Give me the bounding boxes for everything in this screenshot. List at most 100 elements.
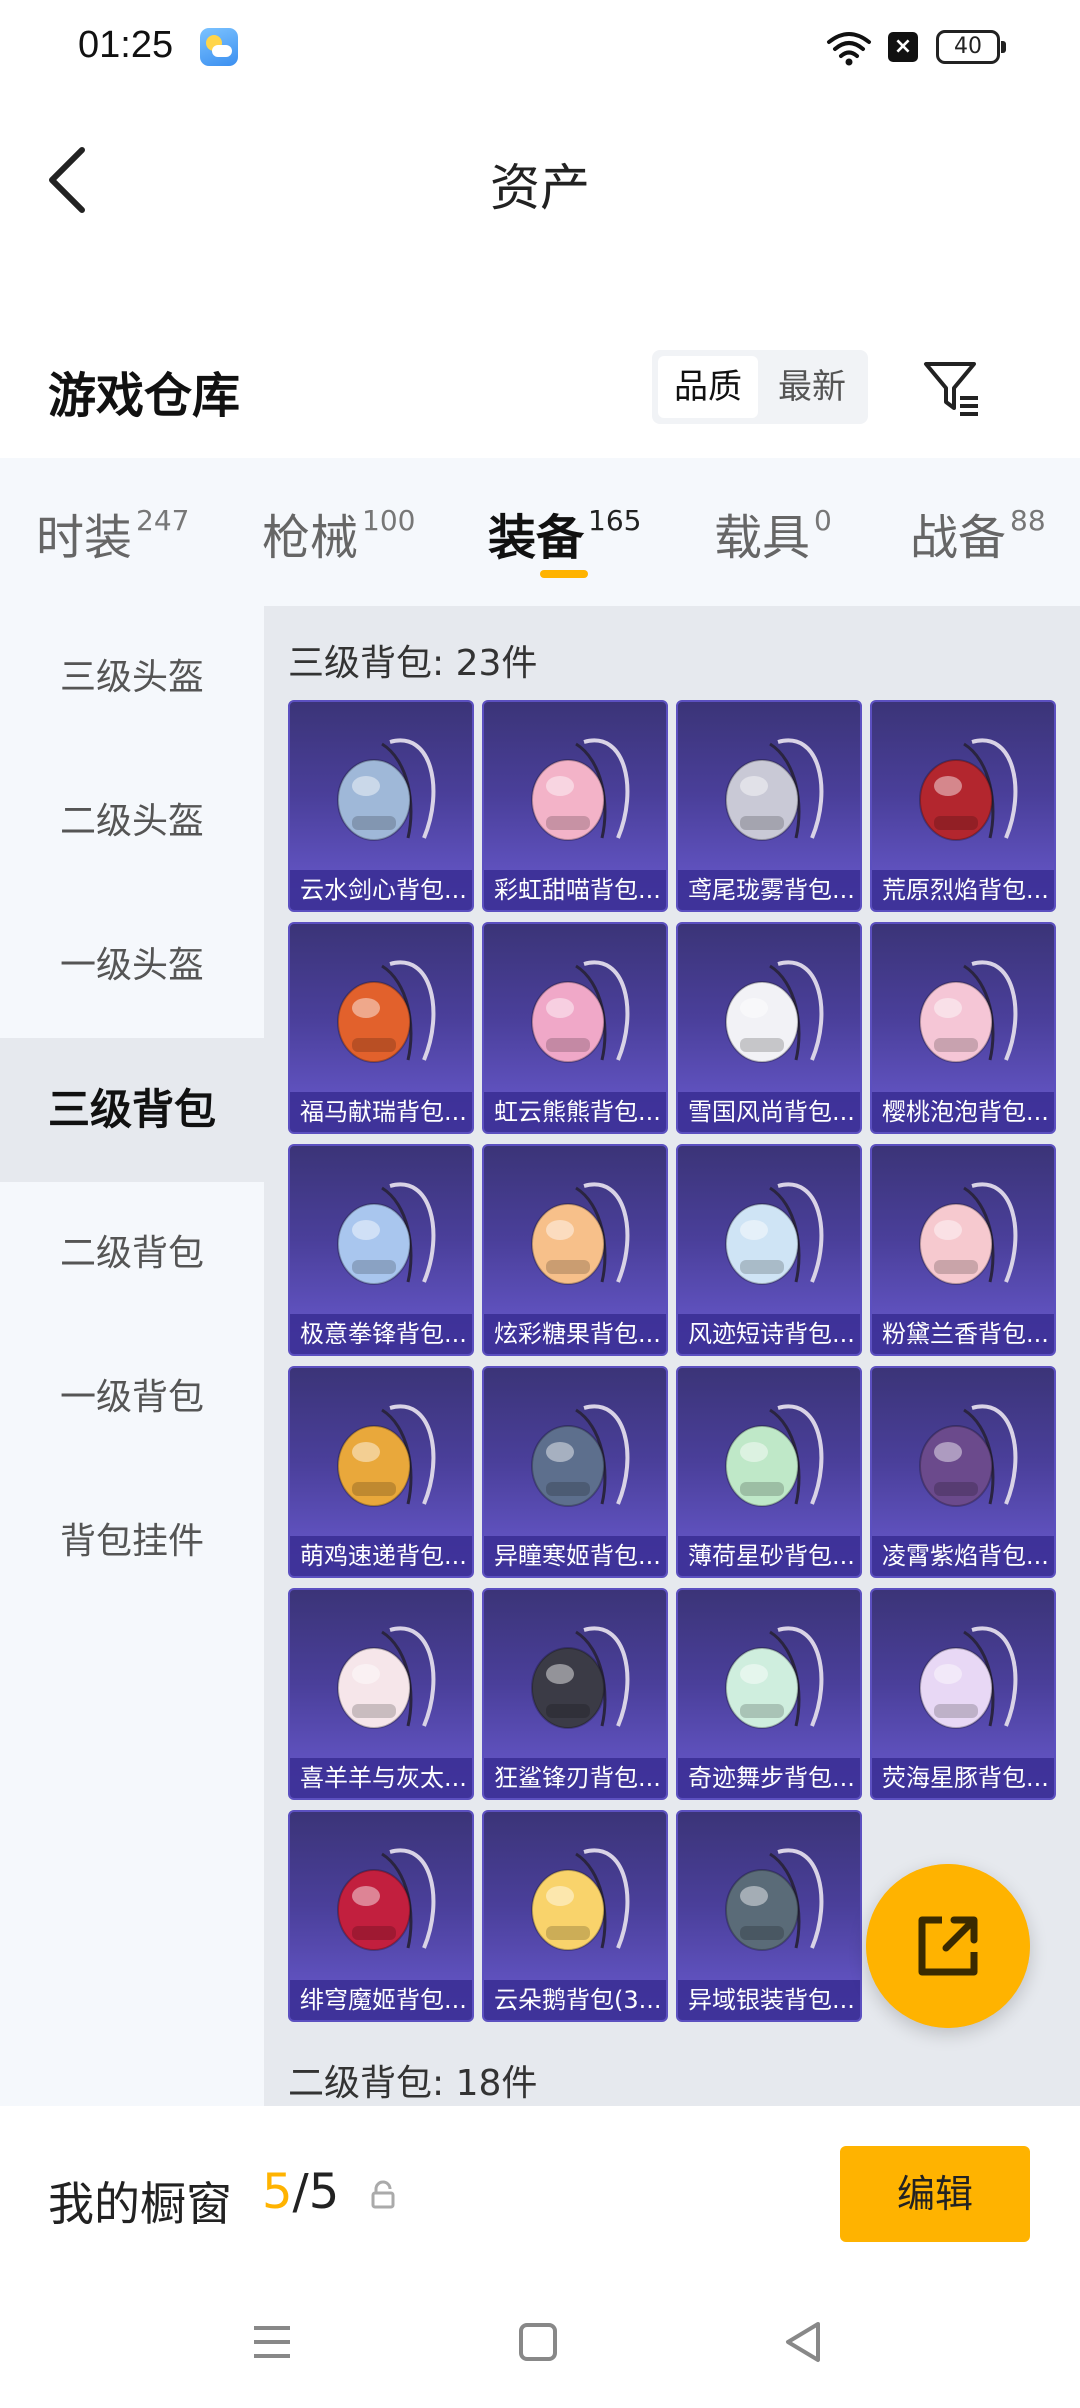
backpack-image — [337, 1626, 436, 1729]
tab-label: 装备 — [488, 510, 585, 566]
tab-vehicles[interactable]: 载具 0 — [714, 498, 832, 568]
tab-label: 载具 — [714, 510, 811, 566]
item-name: 云水剑心背包... — [290, 870, 472, 910]
status-time: 01:25 — [78, 24, 174, 66]
item-card[interactable]: 樱桃泡泡背包... — [870, 922, 1056, 1134]
showcase-count: 5/5 — [262, 2164, 339, 2220]
tab-firearms[interactable]: 枪械 100 — [262, 498, 415, 568]
no-sim-icon: × — [888, 32, 918, 62]
item-card[interactable]: 狂鲨锋刃背包... — [482, 1588, 668, 1800]
backpack-image — [919, 738, 1018, 841]
showcase-label: 我的橱窗 — [48, 2177, 232, 2231]
item-card[interactable]: 绯穹魔姬背包... — [288, 1810, 474, 2022]
item-name: 粉黛兰香背包... — [872, 1314, 1054, 1354]
item-name: 虹云熊熊背包... — [484, 1092, 666, 1132]
tab-count: 165 — [588, 504, 642, 537]
item-name: 福马献瑞背包... — [290, 1092, 472, 1132]
home-icon[interactable] — [508, 2312, 568, 2372]
sidebar-item-backpack-1[interactable]: 一级背包 — [0, 1326, 264, 1470]
item-card[interactable]: 奇迹舞步背包... — [676, 1588, 862, 1800]
backpack-image — [919, 1626, 1018, 1729]
page-title: 资产 — [490, 159, 590, 217]
sort-toggle: 品质 最新 — [652, 350, 868, 424]
showcase-total: /5 — [292, 2164, 340, 2220]
tab-count: 100 — [362, 504, 416, 537]
backpack-image — [337, 738, 436, 841]
item-name: 樱桃泡泡背包... — [872, 1092, 1054, 1132]
item-name: 狂鲨锋刃背包... — [484, 1758, 666, 1798]
item-name: 风迹短诗背包... — [678, 1314, 860, 1354]
lock-icon — [371, 2180, 395, 2209]
menu-icon[interactable] — [242, 2312, 302, 2372]
item-card[interactable]: 彩虹甜喵背包... — [482, 700, 668, 912]
tab-count: 247 — [136, 504, 190, 537]
item-name: 极意拳锋背包... — [290, 1314, 472, 1354]
item-card[interactable]: 异域银装背包... — [676, 1810, 862, 2022]
backpack-image — [337, 960, 436, 1063]
sort-quality-button[interactable]: 品质 — [658, 356, 758, 418]
item-name: 萌鸡速递背包... — [290, 1536, 472, 1576]
weather-icon — [200, 28, 238, 66]
item-card[interactable]: 萌鸡速递背包... — [288, 1366, 474, 1578]
sidebar-item-backpack-3[interactable]: 三级背包 — [0, 1038, 264, 1182]
item-card[interactable]: 云朵鹅背包(3... — [482, 1810, 668, 2022]
item-card[interactable]: 雪国风尚背包... — [676, 922, 862, 1134]
item-card[interactable]: 鸢尾珑雾背包... — [676, 700, 862, 912]
back-nav-icon[interactable] — [774, 2312, 834, 2372]
item-card[interactable]: 福马献瑞背包... — [288, 922, 474, 1134]
item-name: 绯穹魔姬背包... — [290, 1980, 472, 2020]
item-card[interactable]: 异瞳寒姬背包... — [482, 1366, 668, 1578]
sidebar-item-helmet-1[interactable]: 一级头盔 — [0, 894, 264, 1038]
sidebar-item-helmet-3[interactable]: 三级头盔 — [0, 606, 264, 750]
item-name: 异域银装背包... — [678, 1980, 860, 2020]
backpack-image — [725, 1404, 824, 1507]
battery-indicator: 40 — [936, 30, 1006, 64]
section-header-level2: 二级背包: 18件 — [288, 2063, 538, 2104]
showcase-bar: 我的橱窗 5/5 编辑 — [0, 2106, 1080, 2280]
system-nav-bar — [0, 2280, 1080, 2408]
sidebar-item-backpack-2[interactable]: 二级背包 — [0, 1182, 264, 1326]
backpack-image — [919, 1182, 1018, 1285]
sort-latest-button[interactable]: 最新 — [762, 356, 862, 418]
tab-label: 枪械 — [262, 510, 359, 566]
item-card[interactable]: 风迹短诗背包... — [676, 1144, 862, 1356]
backpack-image — [531, 960, 630, 1063]
item-card[interactable]: 凌霄紫焰背包... — [870, 1366, 1056, 1578]
backpack-image — [725, 960, 824, 1063]
active-tab-indicator — [540, 570, 588, 578]
item-card[interactable]: 薄荷星砂背包... — [676, 1366, 862, 1578]
item-name: 炫彩糖果背包... — [484, 1314, 666, 1354]
backpack-image — [725, 1626, 824, 1729]
item-name: 薄荷星砂背包... — [678, 1536, 860, 1576]
backpack-image — [531, 738, 630, 841]
item-card[interactable]: 荒原烈焰背包... — [870, 700, 1056, 912]
item-card[interactable]: 虹云熊熊背包... — [482, 922, 668, 1134]
item-card[interactable]: 荧海星豚背包... — [870, 1588, 1056, 1800]
tab-count: 0 — [814, 504, 832, 537]
item-card[interactable]: 炫彩糖果背包... — [482, 1144, 668, 1356]
backpack-image — [531, 1848, 630, 1951]
category-tabs: 时装 247 枪械 100 装备 165 载具 0 战备 88 — [0, 458, 1080, 606]
backpack-image — [725, 1848, 824, 1951]
item-card[interactable]: 云水剑心背包... — [288, 700, 474, 912]
sidebar-item-helmet-2[interactable]: 二级头盔 — [0, 750, 264, 894]
item-card[interactable]: 粉黛兰香背包... — [870, 1144, 1056, 1356]
sidebar-item-backpack-charm[interactable]: 背包挂件 — [0, 1470, 264, 1614]
item-card[interactable]: 极意拳锋背包... — [288, 1144, 474, 1356]
backpack-image — [919, 960, 1018, 1063]
edit-button[interactable]: 编辑 — [840, 2146, 1030, 2242]
share-button[interactable] — [866, 1864, 1030, 2028]
showcase-current: 5 — [262, 2164, 293, 2220]
backpack-image — [337, 1404, 436, 1507]
filter-icon[interactable] — [920, 356, 984, 420]
item-card[interactable]: 喜羊羊与灰太... — [288, 1588, 474, 1800]
item-name: 异瞳寒姬背包... — [484, 1536, 666, 1576]
backpack-image — [337, 1182, 436, 1285]
tab-equipment[interactable]: 装备 165 — [488, 498, 641, 568]
warehouse-title: 游戏仓库 — [48, 368, 241, 424]
tab-fashion[interactable]: 时装 247 — [36, 498, 189, 568]
tab-supplies[interactable]: 战备 88 — [910, 498, 1046, 568]
item-name: 凌霄紫焰背包... — [872, 1536, 1054, 1576]
sidebar: 三级头盔 二级头盔 一级头盔 三级背包 二级背包 一级背包 背包挂件 — [0, 606, 264, 2106]
backpack-image — [725, 738, 824, 841]
